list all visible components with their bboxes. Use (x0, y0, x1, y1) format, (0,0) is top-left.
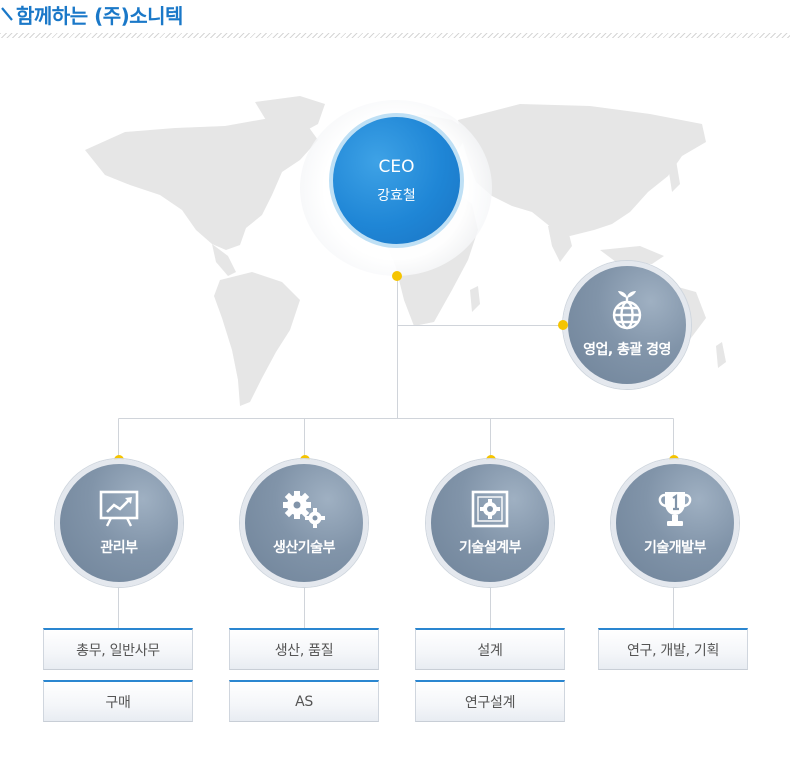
dept-label: 생산기술부 (273, 540, 335, 556)
ceo-node: CEO 강효철 (329, 113, 464, 248)
ceo-role: CEO (378, 156, 415, 177)
blueprint-gear-icon (470, 489, 510, 529)
task-box: 총무, 일반사무 (43, 628, 193, 670)
task-box: 연구설계 (415, 680, 565, 722)
task-box: 구매 (43, 680, 193, 722)
chart-board-icon (99, 489, 139, 529)
dept-design-node: 기술설계부 (426, 459, 554, 587)
task-box: 생산, 품질 (229, 628, 379, 670)
dept-development-node: 기술개발부 (611, 459, 739, 587)
ceo-name: 강효철 (377, 187, 416, 204)
sales-management-label: 영업, 총괄 경영 (583, 342, 671, 358)
task-box: 설계 (415, 628, 565, 670)
dept-label: 기술설계부 (459, 540, 521, 556)
task-box: 연구, 개발, 기획 (598, 628, 748, 670)
connector-dot (558, 320, 568, 330)
gears-icon (281, 489, 327, 529)
sales-management-node: 영업, 총괄 경영 (563, 261, 691, 389)
globe-plant-icon (609, 291, 645, 331)
dept-label: 관리부 (100, 540, 138, 556)
dept-management-node: 관리부 (55, 459, 183, 587)
dept-label: 기술개발부 (644, 540, 706, 556)
connector-dot (392, 271, 402, 281)
task-box: AS (229, 680, 379, 722)
dept-production-node: 생산기술부 (240, 459, 368, 587)
trophy-icon (655, 489, 695, 529)
